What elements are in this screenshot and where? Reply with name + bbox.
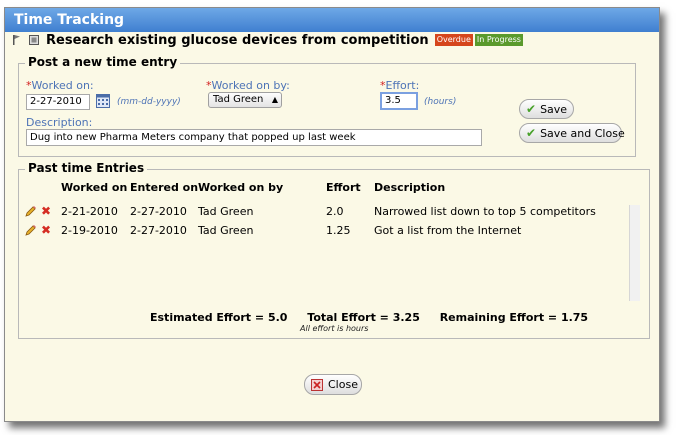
close-button[interactable]: Close (304, 374, 362, 395)
table-cell: Tad Green (198, 224, 254, 237)
entries-scrollbar[interactable] (629, 205, 640, 301)
table-cell: Tad Green (198, 205, 254, 218)
worked-on-by-label: *Worked on by: (206, 79, 290, 92)
description-input[interactable]: Dug into new Pharma Meters company that … (26, 129, 482, 146)
worked-on-by-select[interactable]: Tad Green ▲ (208, 92, 282, 108)
close-icon (311, 378, 323, 391)
col-worked-on: Worked on (61, 181, 128, 194)
dialog-title: Time Tracking (5, 8, 659, 32)
col-worked-on-by: Worked on by (198, 181, 284, 194)
save-and-close-button[interactable]: ✔ Save and Close (519, 123, 625, 143)
new-entry-legend: Post a new time entry (25, 55, 181, 69)
table-cell: 2.0 (326, 205, 344, 218)
table-cell: 2-27-2010 (130, 205, 187, 218)
table-cell: 1.25 (326, 224, 351, 237)
checkmark-close-icon: ✔ (526, 126, 537, 140)
table-cell: Got a list from the Internet (374, 224, 522, 237)
effort-summary: Estimated Effort = 5.0 Total Effort = 3.… (150, 311, 604, 324)
calendar-icon[interactable] (96, 94, 110, 108)
effort-unit-note: All effort is hours (300, 324, 369, 333)
total-effort: Total Effort = 3.25 (307, 311, 420, 324)
task-title: Research existing glucose devices from c… (46, 32, 429, 48)
delete-x-icon[interactable]: ✖ (41, 205, 51, 217)
checkmark-icon: ✔ (526, 102, 537, 116)
table-cell: 2-27-2010 (130, 224, 187, 237)
select-arrows-icon: ▲ (271, 95, 278, 104)
past-entries-legend: Past time Entries (25, 161, 148, 175)
task-icon (28, 34, 40, 46)
description-label: Description: (26, 116, 93, 129)
col-description: Description (374, 181, 446, 194)
edit-pencil-icon[interactable] (25, 224, 37, 236)
effort-label: *Effort: (380, 79, 420, 92)
worked-on-label: *Worked on: (26, 79, 94, 92)
edit-pencil-icon[interactable] (25, 205, 37, 217)
effort-input[interactable]: 3.5 (380, 92, 418, 110)
in-progress-badge: In Progress (474, 34, 523, 46)
table-cell: Narrowed list down to top 5 competitors (374, 205, 596, 218)
remaining-effort: Remaining Effort = 1.75 (439, 311, 589, 324)
worked-on-input[interactable]: 2-27-2010 (26, 94, 90, 110)
col-effort: Effort (326, 181, 361, 194)
task-header: Research existing glucose devices from c… (10, 31, 525, 49)
overdue-badge: Overdue (434, 34, 473, 46)
effort-unit-hint: (hours) (424, 97, 457, 107)
flag-icon (10, 34, 22, 46)
col-entered-on: Entered on (130, 181, 199, 194)
table-cell: 2-19-2010 (61, 224, 118, 237)
estimated-effort: Estimated Effort = 5.0 (150, 311, 288, 324)
table-cell: 2-21-2010 (61, 205, 118, 218)
date-format-hint: (mm-dd-yyyy) (117, 97, 181, 107)
save-button[interactable]: ✔ Save (519, 99, 574, 119)
delete-x-icon[interactable]: ✖ (41, 224, 51, 236)
